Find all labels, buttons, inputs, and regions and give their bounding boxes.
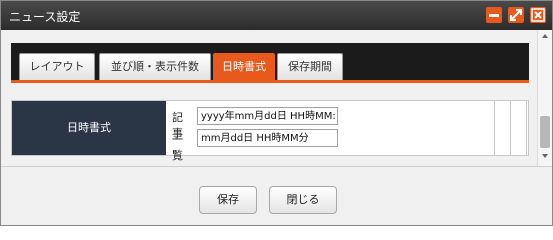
close-window-button[interactable]: [530, 7, 546, 23]
scroll-down-icon[interactable]: [541, 152, 549, 160]
minimize-icon: [489, 14, 499, 17]
close-icon: [531, 8, 545, 22]
section-label: 日時書式: [12, 101, 166, 155]
column-divider: [526, 101, 527, 155]
tab-sort-display-count[interactable]: 並び順・表示件数: [99, 53, 211, 80]
title-bar[interactable]: ニュース設定: [1, 1, 552, 30]
list-format-input[interactable]: mm月dd日 HH時MM分: [197, 129, 338, 147]
dialog-content: レイアウト 並び順・表示件数 日時書式 保存期間 日時書式 記事 yyyy年mm…: [1, 30, 537, 166]
column-divider: [494, 101, 495, 155]
tab-retention-period[interactable]: 保存期間: [277, 53, 343, 80]
list-format-label: 一覧: [172, 133, 183, 162]
column-divider: [510, 101, 511, 155]
scroll-up-icon[interactable]: [541, 32, 549, 40]
article-format-input[interactable]: yyyy年mm月dd日 HH時MM:: [197, 107, 338, 125]
datetime-format-table: 日時書式 記事 yyyy年mm月dd日 HH時MM: 一覧 mm月dd日 HH時…: [11, 100, 529, 162]
window-title: ニュース設定: [9, 10, 81, 24]
minimize-button[interactable]: [486, 7, 502, 23]
tab-bar: レイアウト 並び順・表示件数 日時書式 保存期間: [11, 43, 529, 83]
maximize-icon: [510, 9, 522, 21]
tab-datetime-format[interactable]: 日時書式: [213, 53, 275, 80]
tab-underline: [11, 80, 529, 83]
save-button[interactable]: 保存: [199, 186, 257, 214]
news-settings-dialog: ニュース設定 レイアウト 並び順・表示件数 日時書式 保存期間 日時書式 記事 …: [0, 0, 553, 226]
dialog-footer: 保存 閉じる: [1, 166, 552, 225]
scrollbar-thumb[interactable]: [540, 116, 550, 148]
tab-layout[interactable]: レイアウト: [19, 53, 95, 80]
close-button[interactable]: 閉じる: [269, 186, 337, 214]
vertical-scrollbar[interactable]: [537, 30, 552, 166]
maximize-button[interactable]: [508, 7, 524, 23]
